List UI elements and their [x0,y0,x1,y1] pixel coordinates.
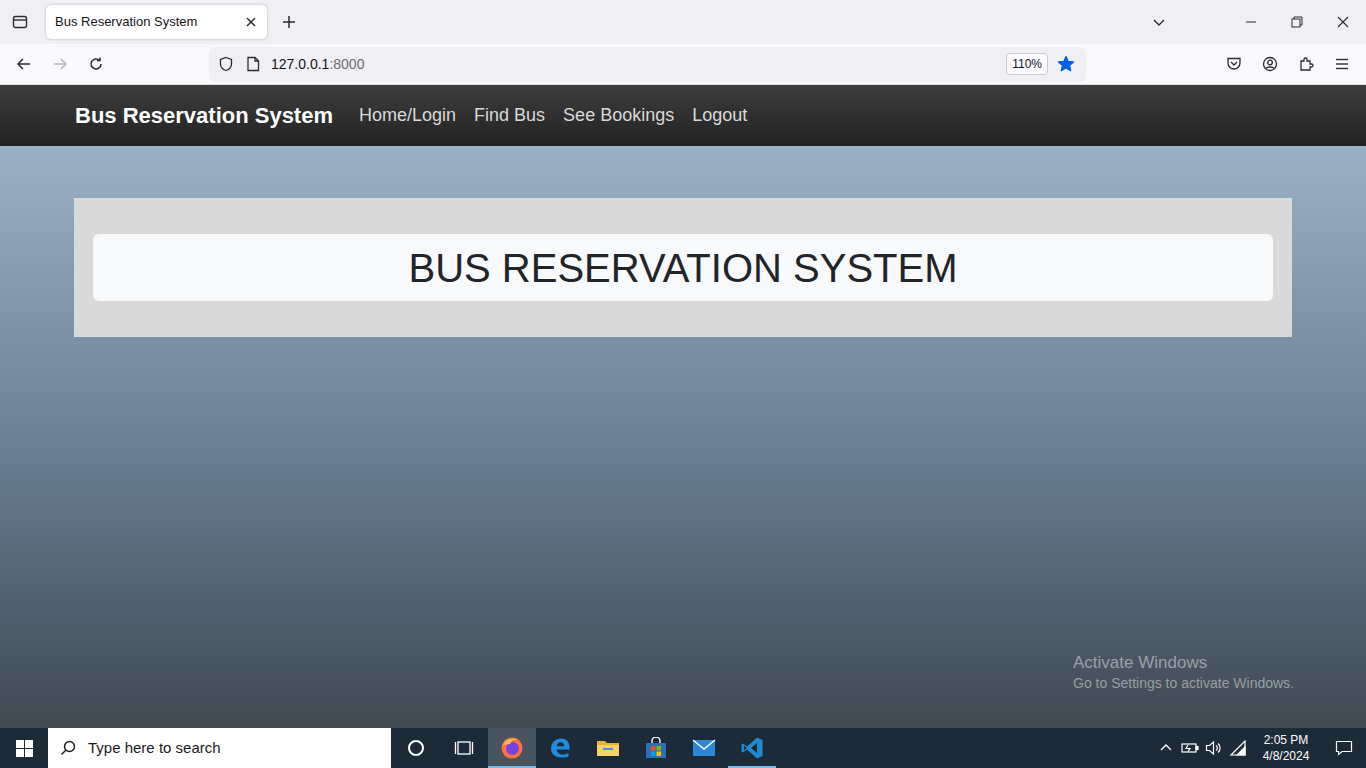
site-nav-link[interactable]: See Bookings [563,102,674,129]
site-nav-link[interactable]: Find Bus [474,102,545,129]
hero-title: BUS RESERVATION SYSTEM [408,244,957,292]
volume-icon[interactable] [1202,728,1226,768]
explorer-icon [595,735,621,761]
minimize-icon[interactable] [1228,0,1274,44]
close-window-icon[interactable] [1320,0,1366,44]
taskbar-app-button[interactable] [632,728,680,768]
taskbar-search[interactable]: Type here to search [48,728,391,768]
page-info-icon[interactable] [241,56,265,72]
hero-card: BUS RESERVATION SYSTEM [74,198,1292,337]
start-windows-icon[interactable] [0,728,48,768]
taskbar-app-button[interactable] [680,728,728,768]
clock[interactable]: 2:05 PM 4/8/2024 [1250,732,1322,764]
tab-close-icon[interactable] [239,10,263,34]
tab-title: Bus Reservation System [55,12,239,32]
system-tray [1154,728,1250,768]
cortana-icon [403,735,429,761]
battery-icon[interactable] [1178,728,1202,768]
clock-date: 4/8/2024 [1263,748,1310,764]
activation-watermark: Activate Windows Go to Settings to activ… [1073,652,1294,692]
taskbar: Type here to search 2:05 PM 4/8/2024 [0,728,1366,768]
web-page: Bus Reservation System Home/Login Find Bu… [0,85,1366,728]
menu-icon[interactable] [1324,48,1360,80]
site-brand[interactable]: Bus Reservation System [75,99,333,132]
site-nav-link[interactable]: Logout [692,102,747,129]
search-magnifier-icon [48,740,88,756]
taskbar-app-button[interactable] [584,728,632,768]
taskbar-app-button[interactable] [488,728,536,768]
bookmark-star-icon[interactable] [1048,55,1084,73]
url-bar[interactable]: 127.0.0.1:8000 110% [209,47,1086,82]
clock-time: 2:05 PM [1264,732,1309,748]
running-indicator [536,766,584,768]
running-indicator [584,766,632,768]
mail-icon [691,735,717,761]
taskbar-app-button[interactable] [440,728,488,768]
running-indicator [728,766,776,768]
zoom-badge[interactable]: 110% [1006,53,1048,75]
tab-overflow-chevron-icon[interactable] [1144,7,1174,37]
site-navbar: Bus Reservation System Home/Login Find Bu… [0,85,1366,146]
url-host: 127.0.0.1 [271,56,329,72]
store-icon [643,735,669,761]
taskview-icon [451,735,477,761]
taskbar-app-button[interactable] [392,728,440,768]
new-tab-icon[interactable] [273,6,305,38]
forward-icon[interactable] [42,48,78,80]
watermark-subtitle: Go to Settings to activate Windows. [1073,674,1294,692]
account-icon[interactable] [1252,48,1288,80]
back-icon[interactable] [6,48,42,80]
taskbar-app-button[interactable] [728,728,776,768]
edge-icon [547,735,573,761]
hero-photo: BUS RESERVATION SYSTEM [0,146,1366,728]
url-text[interactable]: 127.0.0.1:8000 [271,54,1006,75]
restore-icon[interactable] [1274,0,1320,44]
taskbar-app-button[interactable] [536,728,584,768]
url-port: :8000 [329,56,364,72]
running-indicator [488,766,536,768]
extensions-icon[interactable] [1288,48,1324,80]
browser-tab[interactable]: Bus Reservation System [46,5,267,39]
taskbar-apps [392,728,776,768]
site-nav-link[interactable]: Home/Login [359,102,456,129]
tab-list: Bus Reservation System [46,5,267,39]
site-nav-links: Home/Login Find Bus See Bookings Logout [359,102,747,129]
notifications-icon[interactable] [1322,728,1366,768]
running-indicator [632,766,680,768]
pocket-icon[interactable] [1216,48,1252,80]
shield-icon[interactable] [211,56,241,72]
running-indicator [440,766,488,768]
desktop: Bus Reservation System [0,0,1366,768]
running-indicator [680,766,728,768]
reload-icon[interactable] [78,48,114,80]
wifi-icon[interactable] [1226,728,1250,768]
search-placeholder: Type here to search [88,737,221,760]
vscode-icon [739,735,765,761]
nav-toolbar: 127.0.0.1:8000 110% [0,44,1366,85]
running-indicator [392,766,440,768]
firefox-icon [499,735,525,761]
chevron-icon[interactable] [1154,728,1178,768]
watermark-title: Activate Windows [1073,652,1294,674]
hero-title-box: BUS RESERVATION SYSTEM [93,234,1273,301]
tab-strip: Bus Reservation System [0,0,1366,44]
list-tabs-icon[interactable] [0,0,40,44]
